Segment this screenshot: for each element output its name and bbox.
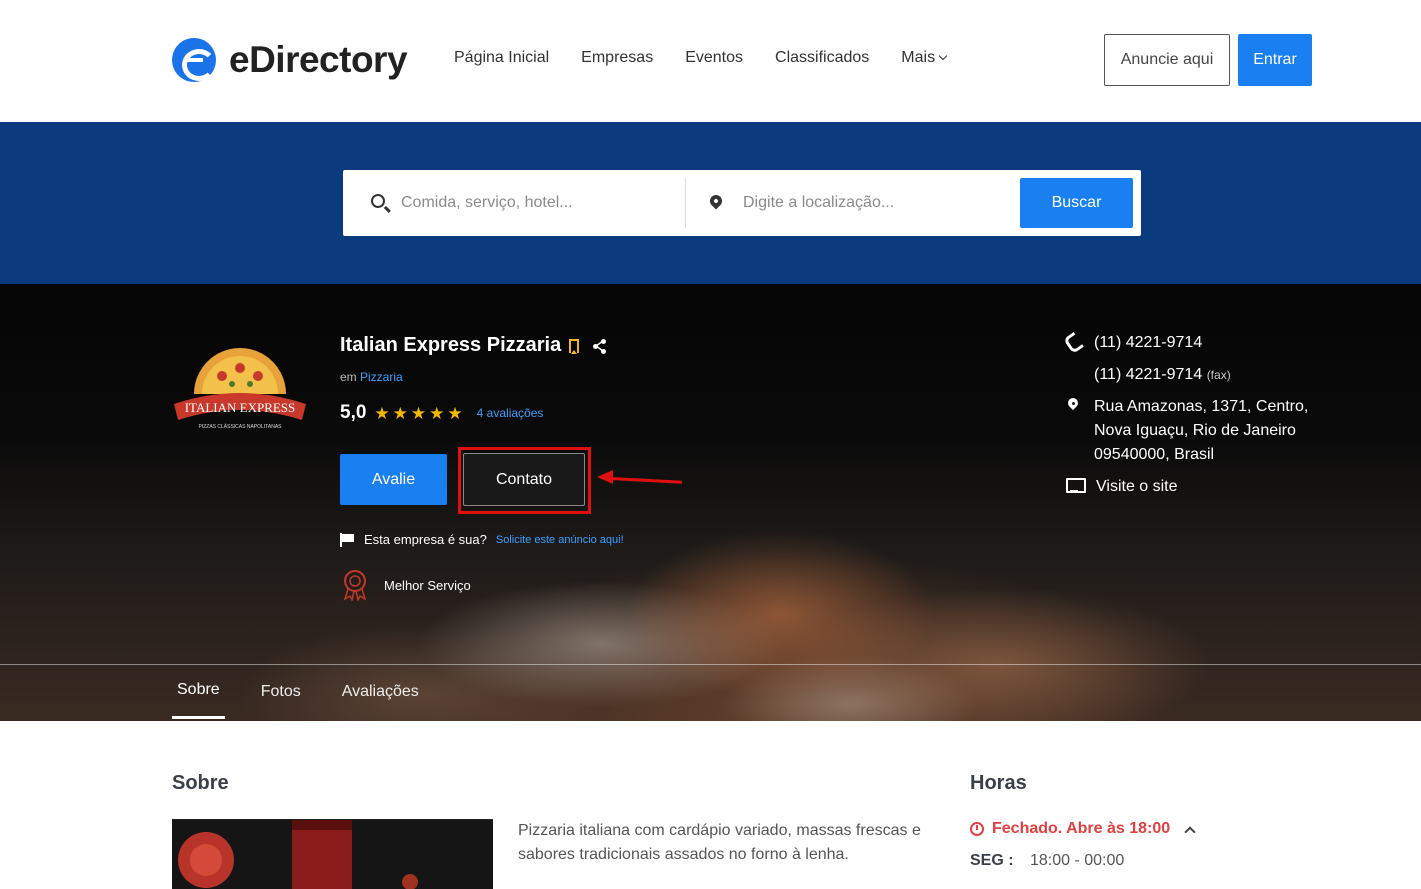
brand-name: eDirectory bbox=[229, 39, 408, 80]
logo-e-icon bbox=[172, 38, 216, 82]
claim-question: Esta empresa é sua? bbox=[364, 532, 487, 547]
award-badge-icon bbox=[343, 570, 367, 601]
monitor-icon bbox=[1066, 478, 1086, 493]
about-photo bbox=[172, 819, 493, 889]
listing-title-row: Italian Express Pizzaria bbox=[340, 334, 607, 357]
address-row: Rua Amazonas, 1371, Centro, Nova Iguaçu,… bbox=[1066, 395, 1308, 467]
share-icon[interactable] bbox=[593, 338, 607, 354]
rating-value: 5,0 bbox=[340, 402, 367, 423]
address-line-3: 09540000, Brasil bbox=[1094, 446, 1215, 463]
location-input[interactable] bbox=[743, 186, 1003, 220]
bookmark-icon[interactable] bbox=[569, 338, 580, 354]
day-name: SEG : bbox=[970, 852, 1014, 869]
star-icon: ★ bbox=[392, 403, 408, 423]
website-link[interactable]: Visite o site bbox=[1096, 475, 1178, 499]
tab-about[interactable]: Sobre bbox=[172, 664, 225, 719]
nav-more-label: Mais bbox=[901, 49, 936, 66]
listing-tabs: Sobre Fotos Avaliações bbox=[172, 664, 455, 721]
nav-events[interactable]: Eventos bbox=[685, 49, 743, 67]
listing-hero: ITALIAN EXPRESS PIZZAS CLÁSSICAS NAPOLIT… bbox=[0, 284, 1421, 721]
star-icon: ★ bbox=[429, 403, 445, 423]
chevron-down-icon bbox=[938, 51, 948, 61]
about-photo-art bbox=[172, 820, 493, 889]
nav-classifieds[interactable]: Classificados bbox=[775, 49, 869, 67]
nav-companies[interactable]: Empresas bbox=[581, 49, 653, 67]
category-link[interactable]: Pizzaria bbox=[360, 370, 403, 384]
fax-row: (11) 4221-9714 (fax) bbox=[1066, 363, 1231, 387]
about-text: Pizzaria italiana com cardápio variado, … bbox=[518, 822, 921, 863]
hours-status-row[interactable]: Fechado. Abre às 18:00 bbox=[970, 820, 1196, 838]
arrow-annotation-line bbox=[609, 477, 682, 484]
listing-category: em Pizzaria bbox=[340, 370, 403, 384]
phone-row[interactable]: (11) 4221-9714 bbox=[1066, 331, 1202, 355]
main-nav: Página Inicial Empresas Eventos Classifi… bbox=[454, 49, 948, 67]
logo-subtext: PIZZAS CLÁSSICAS NAPOLITANAS bbox=[199, 423, 283, 430]
phone-number: (11) 4221-9714 bbox=[1094, 334, 1203, 351]
address-line-2: Nova Iguaçu, Rio de Janeiro bbox=[1094, 422, 1296, 439]
tab-photos[interactable]: Fotos bbox=[256, 664, 306, 719]
rating-row: 5,0 ★ ★ ★ ★ ★ 4 avaliações bbox=[340, 402, 543, 424]
rating-stars: ★ ★ ★ ★ ★ bbox=[374, 405, 462, 422]
star-icon: ★ bbox=[410, 403, 427, 423]
login-button[interactable]: Entrar bbox=[1238, 34, 1312, 86]
search-input[interactable] bbox=[401, 186, 671, 220]
category-prefix: em bbox=[340, 370, 357, 384]
address-line-1: Rua Amazonas, 1371, Centro, bbox=[1094, 398, 1309, 415]
advertise-button[interactable]: Anuncie aqui bbox=[1104, 34, 1230, 86]
claim-link[interactable]: Solicite este anúncio aqui! bbox=[496, 534, 624, 546]
contact-button[interactable]: Contato bbox=[463, 453, 585, 506]
hours-day-row: SEG : 18:00 - 00:00 bbox=[970, 852, 1124, 870]
search-divider bbox=[685, 178, 686, 228]
review-button[interactable]: Avalie bbox=[340, 454, 447, 505]
site-header: eDirectory Página Inicial Empresas Event… bbox=[0, 0, 1421, 122]
listing-name: Italian Express Pizzaria bbox=[340, 334, 562, 356]
claim-row: Esta empresa é sua? Solicite este anúnci… bbox=[340, 532, 624, 547]
phone-icon bbox=[1066, 334, 1080, 348]
nav-more[interactable]: Mais bbox=[901, 49, 948, 67]
about-title: Sobre bbox=[172, 772, 229, 794]
flag-icon bbox=[340, 532, 355, 547]
hours-status: Fechado. Abre às 18:00 bbox=[992, 820, 1171, 837]
search-box: Buscar bbox=[343, 170, 1141, 236]
reviews-link[interactable]: 4 avaliações bbox=[477, 406, 544, 420]
badge-row: Melhor Serviço bbox=[340, 569, 471, 601]
fax-label: (fax) bbox=[1206, 368, 1231, 382]
nav-home[interactable]: Página Inicial bbox=[454, 49, 549, 67]
star-icon: ★ bbox=[447, 403, 463, 423]
location-pin-icon bbox=[707, 192, 725, 210]
website-row[interactable]: Visite o site bbox=[1066, 475, 1178, 499]
brand-logo[interactable]: eDirectory bbox=[172, 38, 408, 82]
search-icon bbox=[371, 194, 385, 208]
fax-number: (11) 4221-9714 bbox=[1094, 366, 1203, 383]
search-button[interactable]: Buscar bbox=[1020, 178, 1133, 228]
badge-label: Melhor Serviço bbox=[384, 577, 471, 593]
listing-logo: ITALIAN EXPRESS PIZZAS CLÁSSICAS NAPOLIT… bbox=[174, 348, 306, 430]
tab-reviews[interactable]: Avaliações bbox=[337, 664, 424, 719]
chevron-up-icon[interactable] bbox=[1184, 825, 1196, 838]
hours-title: Horas bbox=[970, 772, 1027, 794]
day-time: 18:00 - 00:00 bbox=[1030, 852, 1125, 869]
map-pin-icon bbox=[1066, 398, 1080, 412]
search-band: Buscar bbox=[0, 122, 1421, 284]
star-icon: ★ bbox=[374, 403, 390, 423]
clock-icon bbox=[970, 822, 984, 836]
logo-text: ITALIAN EXPRESS bbox=[185, 400, 296, 415]
